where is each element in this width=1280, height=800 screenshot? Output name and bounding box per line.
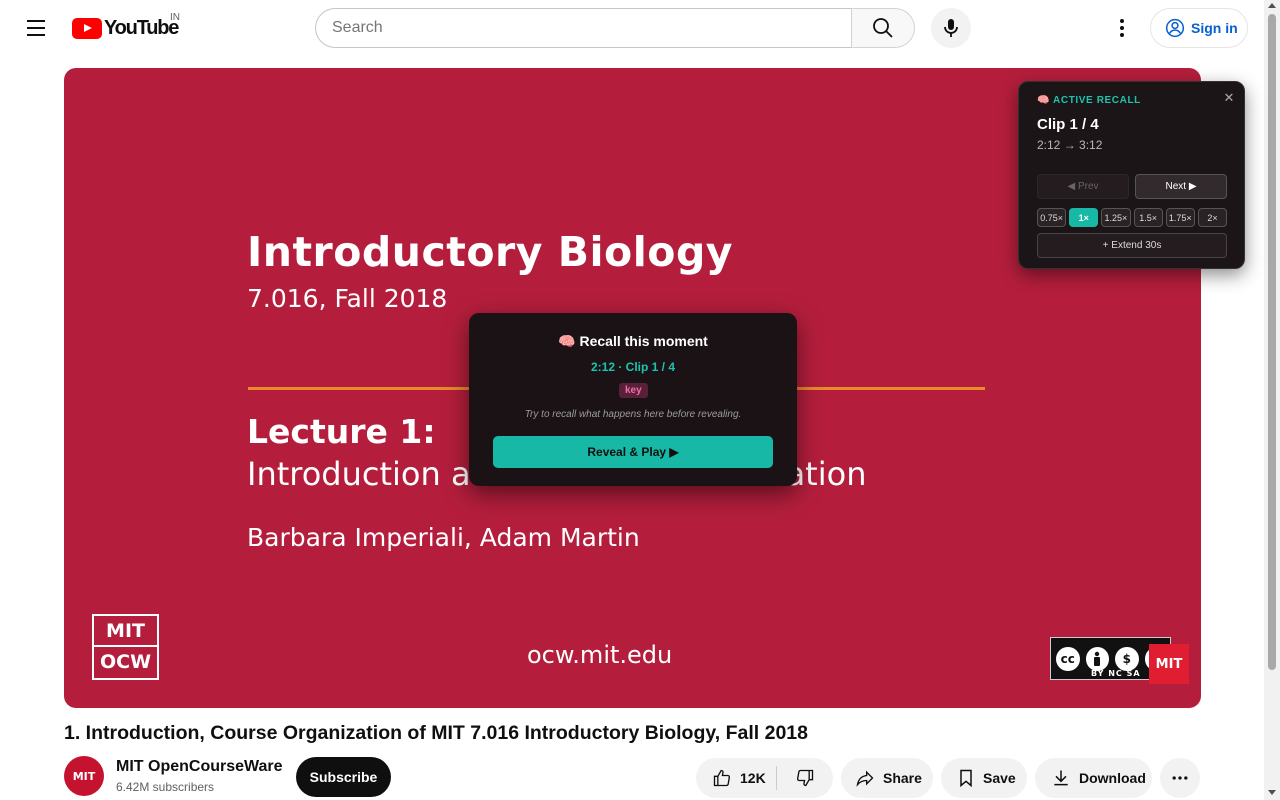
slide-lecture-subtitle-tail: ation (785, 455, 867, 493)
like-count: 12K (740, 770, 766, 786)
download-icon (1054, 770, 1068, 786)
more-horiz-icon (1172, 776, 1188, 780)
scroll-down-arrow-icon[interactable] (1268, 790, 1276, 795)
ocw-logo-line1: MIT (94, 616, 157, 647)
more-vert-icon (1120, 19, 1124, 37)
extend-button[interactable]: + Extend 30s (1037, 233, 1227, 258)
speed-option[interactable]: 1× (1069, 208, 1099, 227)
dislike-button[interactable] (777, 768, 833, 788)
thumbs-up-icon (713, 769, 731, 787)
close-icon[interactable]: ✕ (1222, 91, 1236, 105)
channel-name[interactable]: MIT OpenCourseWare (116, 758, 283, 776)
active-recall-panel: 🧠 ACTIVE RECALL ✕ Clip 1 / 4 2:12 → 3:12… (1018, 81, 1245, 269)
masthead: YouTube IN Sign in (0, 0, 1264, 56)
speed-option[interactable]: 1.75× (1165, 208, 1195, 227)
microphone-icon (944, 19, 958, 37)
speed-option[interactable]: 0.75× (1037, 208, 1067, 227)
like-dislike-group: 12K (696, 758, 833, 798)
reveal-play-button[interactable]: Reveal & Play ▶ (493, 436, 773, 468)
slide-authors: Barbara Imperiali, Adam Martin (247, 523, 640, 552)
save-label: Save (983, 770, 1016, 786)
more-actions-button[interactable] (1160, 758, 1200, 798)
settings-more-button[interactable] (1106, 12, 1138, 44)
download-button[interactable]: Download (1035, 758, 1152, 798)
cc-icon: cc (1054, 644, 1082, 673)
bookmark-icon (960, 769, 972, 788)
recall-modal: 🧠 Recall this moment 2:12 · Clip 1 / 4 k… (469, 313, 797, 486)
youtube-logo[interactable]: YouTube (72, 17, 179, 40)
subscribe-button[interactable]: Subscribe (296, 757, 391, 797)
mit-ocw-logo: MIT OCW (92, 614, 159, 680)
like-button[interactable]: 12K (696, 766, 777, 790)
scroll-up-arrow-icon[interactable] (1268, 3, 1276, 8)
speed-option[interactable]: 1.5× (1133, 208, 1163, 227)
subscriber-count: 6.42M subscribers (116, 780, 215, 794)
logo-text: YouTube (104, 17, 179, 39)
search-icon (873, 18, 893, 38)
account-icon (1165, 18, 1185, 38)
youtube-play-icon (72, 18, 102, 39)
prev-clip-button[interactable]: ◀ Prev (1037, 174, 1129, 199)
search-bar (315, 8, 915, 48)
recall-tag: key (619, 383, 648, 398)
recall-meta: 2:12 · Clip 1 / 4 (590, 360, 676, 374)
next-clip-button[interactable]: Next ▶ (1135, 174, 1227, 199)
slide-lecture-subtitle-head: Introduction a (247, 455, 471, 493)
search-input[interactable] (315, 8, 851, 48)
share-icon (856, 770, 874, 787)
recall-title: 🧠 Recall this moment (558, 333, 708, 349)
clip-label: Clip 1 / 4 (1037, 116, 1099, 133)
speed-option[interactable]: 2× (1197, 208, 1228, 227)
channel-avatar[interactable]: MIT (64, 756, 104, 796)
menu-icon[interactable] (20, 12, 52, 44)
cc-terms: BY NC SA (1091, 669, 1141, 678)
country-code: IN (170, 12, 180, 23)
speed-selector: 0.75× 1× 1.25× 1.5× 1.75× 2× (1037, 208, 1228, 227)
sign-in-button[interactable]: Sign in (1150, 8, 1248, 48)
clip-range: 2:12 → 3:12 (1037, 138, 1103, 152)
download-label: Download (1079, 770, 1146, 786)
sign-in-label: Sign in (1191, 20, 1238, 36)
video-title: 1. Introduction, Course Organization of … (64, 722, 808, 744)
thumbs-down-icon (796, 769, 814, 787)
slide-title: Introductory Biology (247, 228, 734, 276)
share-button[interactable]: Share (841, 758, 933, 798)
ocw-logo-line2: OCW (99, 651, 152, 673)
search-button[interactable] (851, 8, 915, 48)
slide-url: ocw.mit.edu (527, 641, 673, 669)
page-scrollbar[interactable] (1264, 0, 1280, 800)
speed-option[interactable]: 1.25× (1101, 208, 1131, 227)
save-button[interactable]: Save (941, 758, 1027, 798)
panel-heading: 🧠 ACTIVE RECALL (1037, 95, 1141, 106)
slide-subtitle: 7.016, Fall 2018 (247, 284, 448, 313)
share-label: Share (883, 770, 922, 786)
voice-search-button[interactable] (931, 8, 971, 48)
scrollbar-thumb[interactable] (1268, 14, 1276, 670)
mit-watermark-logo: MIT (1149, 644, 1189, 684)
slide-lecture: Lecture 1: (247, 412, 436, 451)
recall-hint: Try to recall what happens here before r… (524, 409, 742, 420)
